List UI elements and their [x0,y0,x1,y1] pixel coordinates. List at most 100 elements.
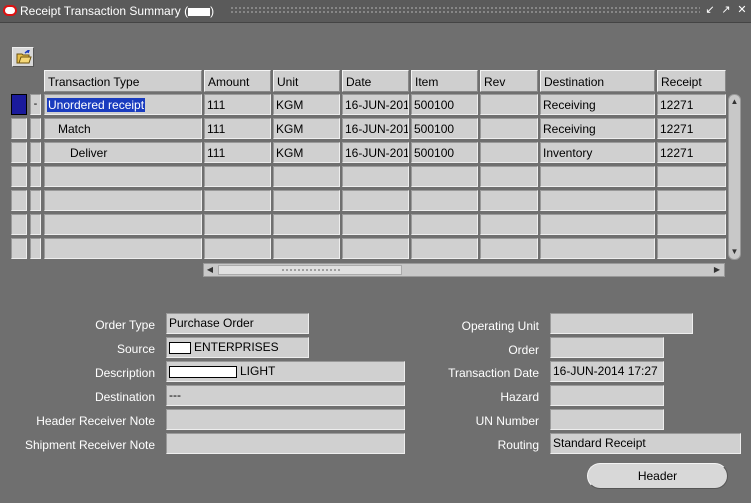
table-cell-empty[interactable] [204,238,271,259]
col-header-rev[interactable]: Rev [480,70,538,92]
col-header-destination[interactable]: Destination [540,70,655,92]
table-cell-type[interactable]: Unordered receipt [44,94,202,115]
transaction-date-field[interactable]: 16-JUN-2014 17:27 [550,361,664,382]
table-cell-receipt[interactable]: 12271 [657,142,726,163]
table-cell-item[interactable]: 500100 [411,142,478,163]
table-cell-empty[interactable] [540,214,655,235]
open-folder-icon [16,50,32,64]
source-label: Source [116,342,155,356]
operating-unit-field[interactable] [550,313,693,334]
scroll-left-icon[interactable]: ◀ [204,264,216,276]
vertical-scrollbar[interactable]: ▲ ▼ [728,94,741,260]
table-cell-destination[interactable]: Receiving [540,118,655,139]
shipment-receiver-note-field[interactable] [166,433,405,454]
table-cell-item[interactable]: 500100 [411,94,478,115]
table-cell-empty[interactable] [342,214,409,235]
scroll-right-icon[interactable]: ▶ [711,264,723,276]
header-receiver-note-field[interactable] [166,409,405,430]
table-cell-empty[interactable] [273,238,340,259]
open-folder-button[interactable] [12,47,34,67]
table-cell-empty[interactable] [480,166,538,187]
row-selector[interactable] [11,190,27,211]
hazard-field[interactable] [550,385,664,406]
table-cell-type[interactable]: Match [44,118,202,139]
col-header-receipt[interactable]: Receipt [657,70,726,92]
table-cell-empty[interactable] [273,190,340,211]
col-header-item[interactable]: Item [411,70,478,92]
table-cell-date[interactable]: 16-JUN-201 [342,142,409,163]
col-header-unit[interactable]: Unit [273,70,340,92]
table-cell-empty[interactable] [657,214,726,235]
row-selector[interactable] [11,94,27,115]
scroll-down-icon[interactable]: ▼ [730,247,739,257]
table-cell-unit[interactable]: KGM [273,118,340,139]
table-cell-unit[interactable]: KGM [273,142,340,163]
oracle-logo-icon [3,5,17,16]
table-cell-rev[interactable] [480,118,538,139]
order-field[interactable] [550,337,664,358]
close-icon[interactable]: ✕ [736,4,748,17]
horizontal-scrollbar[interactable]: ◀ ▶ [203,263,725,277]
table-cell-empty[interactable] [342,166,409,187]
table-cell-type[interactable]: Deliver [44,142,202,163]
table-cell-empty[interactable] [44,238,202,259]
table-cell-receipt[interactable]: 12271 [657,118,726,139]
table-cell-empty[interactable] [540,238,655,259]
row-selector[interactable] [11,238,27,259]
table-cell-empty[interactable] [204,214,271,235]
table-cell-empty[interactable] [657,190,726,211]
table-cell-empty[interactable] [204,190,271,211]
col-header-transaction-type[interactable]: Transaction Type [44,70,202,92]
source-field[interactable]: ENTERPRISES [166,337,309,358]
table-cell-item[interactable]: 500100 [411,118,478,139]
routing-field[interactable]: Standard Receipt [550,433,741,454]
table-cell-empty[interactable] [44,214,202,235]
row-selector[interactable] [11,166,27,187]
table-cell-empty[interactable] [273,214,340,235]
table-cell-empty[interactable] [342,238,409,259]
scroll-up-icon[interactable]: ▲ [730,97,739,107]
description-field[interactable]: LIGHT [166,361,405,382]
table-cell-empty[interactable] [540,190,655,211]
table-cell-rev[interactable] [480,142,538,163]
window-title: Receipt Transaction Summary () [20,4,214,18]
table-cell-destination[interactable]: Receiving [540,94,655,115]
row-selector[interactable] [11,118,27,139]
table-cell-date[interactable]: 16-JUN-201 [342,118,409,139]
table-cell-empty[interactable] [480,214,538,235]
table-cell-empty[interactable] [44,190,202,211]
table-cell-empty[interactable] [204,166,271,187]
table-cell-date[interactable]: 16-JUN-201 [342,94,409,115]
table-cell-amount[interactable]: 111 [204,94,271,115]
table-cell-empty[interactable] [273,166,340,187]
destination-field[interactable]: --- [166,385,405,406]
table-cell-amount[interactable]: 111 [204,142,271,163]
table-cell-empty[interactable] [411,190,478,211]
header-button[interactable]: Header [587,463,728,489]
col-header-amount[interactable]: Amount [204,70,271,92]
table-cell-amount[interactable]: 111 [204,118,271,139]
scroll-thumb[interactable] [218,265,402,275]
minimize-icon[interactable]: ↙ [704,4,716,17]
row-selector[interactable] [11,214,27,235]
row-selector[interactable] [11,142,27,163]
maximize-icon[interactable]: ↗ [720,4,732,17]
table-cell-empty[interactable] [411,166,478,187]
table-cell-empty[interactable] [540,166,655,187]
order-type-field[interactable]: Purchase Order [166,313,309,334]
col-header-date[interactable]: Date [342,70,409,92]
table-cell-empty[interactable] [657,166,726,187]
table-cell-rev[interactable] [480,94,538,115]
table-cell-empty[interactable] [657,238,726,259]
table-cell-empty[interactable] [480,238,538,259]
table-cell-unit[interactable]: KGM [273,94,340,115]
table-cell-receipt[interactable]: 12271 [657,94,726,115]
table-cell-empty[interactable] [480,190,538,211]
un-number-field[interactable] [550,409,664,430]
table-cell-empty[interactable] [411,214,478,235]
table-cell-empty[interactable] [411,238,478,259]
table-cell-empty[interactable] [342,190,409,211]
table-cell-empty[interactable] [44,166,202,187]
table-cell-destination[interactable]: Inventory [540,142,655,163]
title-bar-pattern [230,6,700,15]
